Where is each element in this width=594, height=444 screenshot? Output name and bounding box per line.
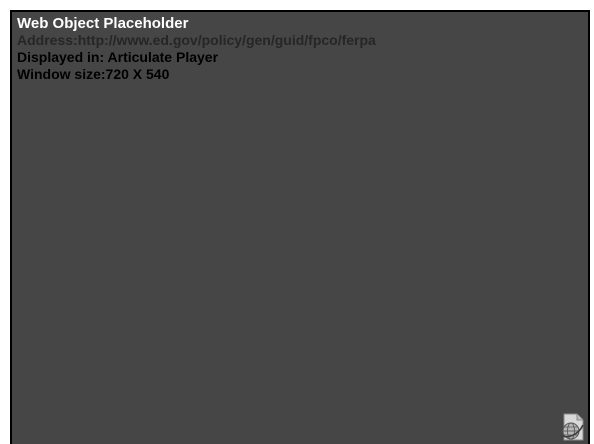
- displayed-in-value: Articulate Player: [107, 49, 219, 65]
- window-size-value: 720 X 540: [105, 66, 170, 82]
- displayed-in-label: Displayed in:: [17, 49, 108, 65]
- displayed-in-line: Displayed in: Articulate Player: [17, 49, 376, 66]
- address-line: Address:http://www.ed.gov/policy/gen/gui…: [17, 32, 376, 49]
- address-label: Address:: [17, 32, 78, 48]
- placeholder-title: Web Object Placeholder: [17, 15, 189, 32]
- web-object-placeholder: Web Object Placeholder Address:http://ww…: [10, 10, 590, 444]
- address-value: http://www.ed.gov/policy/gen/guid/fpco/f…: [77, 32, 376, 48]
- placeholder-info: Web Object Placeholder Address:http://ww…: [17, 15, 376, 83]
- window-size-label: Window size:: [17, 66, 106, 82]
- web-object-globe-icon: [558, 412, 586, 442]
- window-size-line: Window size:720 X 540: [17, 66, 376, 83]
